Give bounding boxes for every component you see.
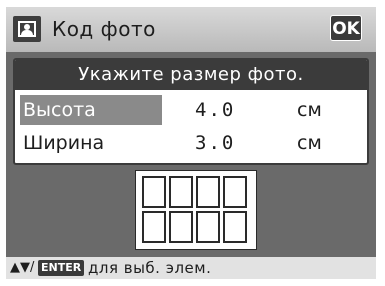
preview-cell xyxy=(196,211,220,243)
preview-cell xyxy=(223,176,247,208)
ok-button[interactable]: OK xyxy=(330,15,362,41)
preview-grid xyxy=(142,176,247,243)
enter-key-icon: ENTER xyxy=(38,260,85,276)
preview-cell xyxy=(196,176,220,208)
help-bar: ▲▼/ ENTER для выб. элем. xyxy=(6,257,376,279)
photo-id-icon xyxy=(13,16,41,42)
width-label[interactable]: Ширина xyxy=(20,128,162,158)
title-bar: Код фото OK xyxy=(6,7,376,52)
height-value[interactable]: 4.0 xyxy=(195,95,235,125)
preview-cell xyxy=(142,211,166,243)
width-unit: см xyxy=(297,132,322,154)
preview-cell xyxy=(223,211,247,243)
layout-preview xyxy=(135,170,257,250)
width-value[interactable]: 3.0 xyxy=(195,128,235,158)
up-down-arrows-icon: ▲▼/ xyxy=(10,260,35,275)
help-hint: для выб. элем. xyxy=(88,259,212,277)
camera-screen: Код фото OK Укажите размер фото. Высота … xyxy=(6,7,376,279)
page-title: Код фото xyxy=(52,17,156,41)
preview-cell xyxy=(169,176,193,208)
height-unit: см xyxy=(297,99,322,121)
height-row[interactable]: Высота 4.0 см xyxy=(15,95,367,125)
portrait-shoulders-shape xyxy=(21,30,33,35)
width-row[interactable]: Ширина 3.0 см xyxy=(15,128,367,158)
preview-cell xyxy=(169,211,193,243)
preview-cell xyxy=(142,176,166,208)
size-panel: Укажите размер фото. Высота 4.0 см Ширин… xyxy=(13,58,369,165)
height-label[interactable]: Высота xyxy=(20,95,162,125)
size-prompt: Укажите размер фото. xyxy=(15,60,367,90)
